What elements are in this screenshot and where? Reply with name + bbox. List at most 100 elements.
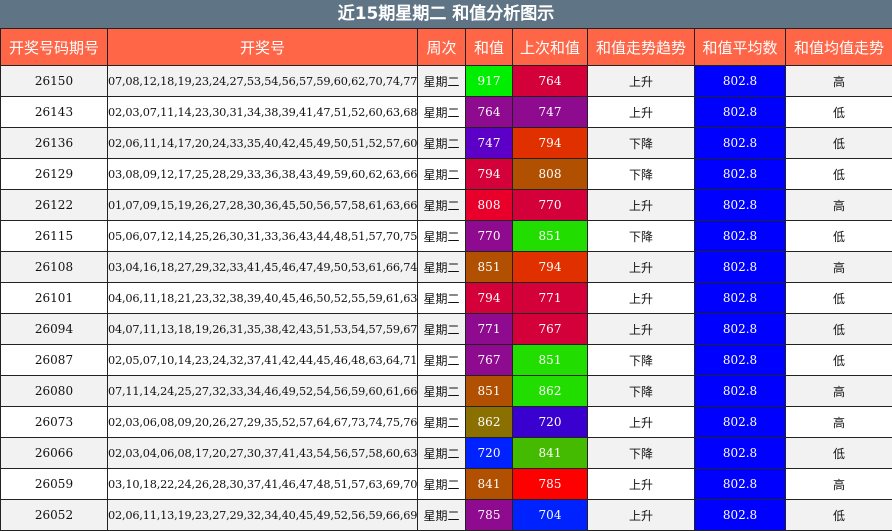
average-cell: 802.8 xyxy=(695,469,786,500)
numbers-cell: 02,03,07,11,14,23,30,31,34,38,39,41,47,5… xyxy=(108,97,418,128)
period-cell: 26059 xyxy=(1,469,108,500)
sum-cell: 917 xyxy=(466,66,513,97)
weekday-cell: 星期二 xyxy=(418,345,466,376)
prev-sum-cell: 767 xyxy=(513,314,588,345)
average-cell: 802.8 xyxy=(695,128,786,159)
analysis-page: 近15期星期二 和值分析图示 开奖号码期号 开奖号 周次 和值 上次和值 和值走… xyxy=(0,0,892,530)
numbers-cell: 03,04,16,18,27,29,32,33,41,45,46,47,49,5… xyxy=(108,252,418,283)
prev-sum-cell: 747 xyxy=(513,97,588,128)
header-weekday: 周次 xyxy=(418,29,466,66)
sum-cell: 747 xyxy=(466,128,513,159)
period-cell: 26073 xyxy=(1,407,108,438)
period-cell: 26108 xyxy=(1,252,108,283)
weekday-cell: 星期二 xyxy=(418,376,466,407)
trend-cell: 下降 xyxy=(588,376,695,407)
weekday-cell: 星期二 xyxy=(418,66,466,97)
prev-sum-cell: 851 xyxy=(513,345,588,376)
average-cell: 802.8 xyxy=(695,252,786,283)
weekday-cell: 星期二 xyxy=(418,159,466,190)
average-trend-cell: 高 xyxy=(786,66,892,97)
average-trend-cell: 低 xyxy=(786,283,892,314)
average-cell: 802.8 xyxy=(695,283,786,314)
average-cell: 802.8 xyxy=(695,159,786,190)
average-cell: 802.8 xyxy=(695,314,786,345)
numbers-cell: 02,03,06,08,09,20,26,27,29,35,52,57,64,6… xyxy=(108,407,418,438)
trend-cell: 下降 xyxy=(588,438,695,469)
table-row: 2612903,08,09,12,17,25,28,29,33,36,38,43… xyxy=(1,159,892,190)
trend-cell: 上升 xyxy=(588,469,695,500)
average-cell: 802.8 xyxy=(695,221,786,252)
weekday-cell: 星期二 xyxy=(418,314,466,345)
page-title: 近15期星期二 和值分析图示 xyxy=(0,0,892,28)
period-cell: 26094 xyxy=(1,314,108,345)
weekday-cell: 星期二 xyxy=(418,469,466,500)
sum-cell: 720 xyxy=(466,438,513,469)
table-row: 2613602,06,11,14,17,20,24,33,35,40,42,45… xyxy=(1,128,892,159)
average-cell: 802.8 xyxy=(695,500,786,531)
average-trend-cell: 低 xyxy=(786,500,892,531)
trend-cell: 上升 xyxy=(588,283,695,314)
weekday-cell: 星期二 xyxy=(418,128,466,159)
sum-cell: 794 xyxy=(466,159,513,190)
period-cell: 26143 xyxy=(1,97,108,128)
header-average: 和值平均数 xyxy=(695,29,786,66)
table-row: 2607302,03,06,08,09,20,26,27,29,35,52,57… xyxy=(1,407,892,438)
average-trend-cell: 低 xyxy=(786,221,892,252)
average-trend-cell: 高 xyxy=(786,376,892,407)
period-cell: 26122 xyxy=(1,190,108,221)
trend-cell: 下降 xyxy=(588,345,695,376)
numbers-cell: 07,08,12,18,19,23,24,27,53,54,56,57,59,6… xyxy=(108,66,418,97)
average-cell: 802.8 xyxy=(695,376,786,407)
period-cell: 26101 xyxy=(1,283,108,314)
table-row: 2611505,06,07,12,14,25,26,30,31,33,36,43… xyxy=(1,221,892,252)
table-row: 2608007,11,14,24,25,27,32,33,34,46,49,52… xyxy=(1,376,892,407)
trend-cell: 上升 xyxy=(588,97,695,128)
period-cell: 26052 xyxy=(1,500,108,531)
average-trend-cell: 高 xyxy=(786,407,892,438)
weekday-cell: 星期二 xyxy=(418,438,466,469)
average-trend-cell: 低 xyxy=(786,97,892,128)
average-trend-cell: 低 xyxy=(786,345,892,376)
period-cell: 26080 xyxy=(1,376,108,407)
table-row: 2610104,06,11,18,21,23,32,38,39,40,45,46… xyxy=(1,283,892,314)
header-average-trend: 和值均值走势 xyxy=(786,29,892,66)
prev-sum-cell: 851 xyxy=(513,221,588,252)
sum-analysis-table: 开奖号码期号 开奖号 周次 和值 上次和值 和值走势趋势 和值平均数 和值均值走… xyxy=(0,28,892,531)
prev-sum-cell: 808 xyxy=(513,159,588,190)
weekday-cell: 星期二 xyxy=(418,407,466,438)
prev-sum-cell: 794 xyxy=(513,252,588,283)
average-cell: 802.8 xyxy=(695,190,786,221)
header-trend: 和值走势趋势 xyxy=(588,29,695,66)
table-row: 2614302,03,07,11,14,23,30,31,34,38,39,41… xyxy=(1,97,892,128)
average-trend-cell: 高 xyxy=(786,252,892,283)
period-cell: 26150 xyxy=(1,66,108,97)
sum-cell: 862 xyxy=(466,407,513,438)
header-sum: 和值 xyxy=(466,29,513,66)
average-cell: 802.8 xyxy=(695,97,786,128)
numbers-cell: 01,07,09,15,19,26,27,28,30,36,45,50,56,5… xyxy=(108,190,418,221)
period-cell: 26115 xyxy=(1,221,108,252)
prev-sum-cell: 770 xyxy=(513,190,588,221)
numbers-cell: 04,06,11,18,21,23,32,38,39,40,45,46,50,5… xyxy=(108,283,418,314)
period-cell: 26087 xyxy=(1,345,108,376)
sum-cell: 841 xyxy=(466,469,513,500)
trend-cell: 下降 xyxy=(588,159,695,190)
sum-cell: 794 xyxy=(466,283,513,314)
prev-sum-cell: 785 xyxy=(513,469,588,500)
average-trend-cell: 高 xyxy=(786,190,892,221)
period-cell: 26129 xyxy=(1,159,108,190)
numbers-cell: 02,06,11,14,17,20,24,33,35,40,42,45,49,5… xyxy=(108,128,418,159)
average-trend-cell: 低 xyxy=(786,314,892,345)
sum-cell: 767 xyxy=(466,345,513,376)
trend-cell: 上升 xyxy=(588,66,695,97)
sum-cell: 808 xyxy=(466,190,513,221)
header-prev-sum: 上次和值 xyxy=(513,29,588,66)
weekday-cell: 星期二 xyxy=(418,221,466,252)
average-trend-cell: 低 xyxy=(786,438,892,469)
trend-cell: 上升 xyxy=(588,252,695,283)
table-row: 2612201,07,09,15,19,26,27,28,30,36,45,50… xyxy=(1,190,892,221)
trend-cell: 下降 xyxy=(588,221,695,252)
table-row: 2615007,08,12,18,19,23,24,27,53,54,56,57… xyxy=(1,66,892,97)
weekday-cell: 星期二 xyxy=(418,190,466,221)
weekday-cell: 星期二 xyxy=(418,500,466,531)
